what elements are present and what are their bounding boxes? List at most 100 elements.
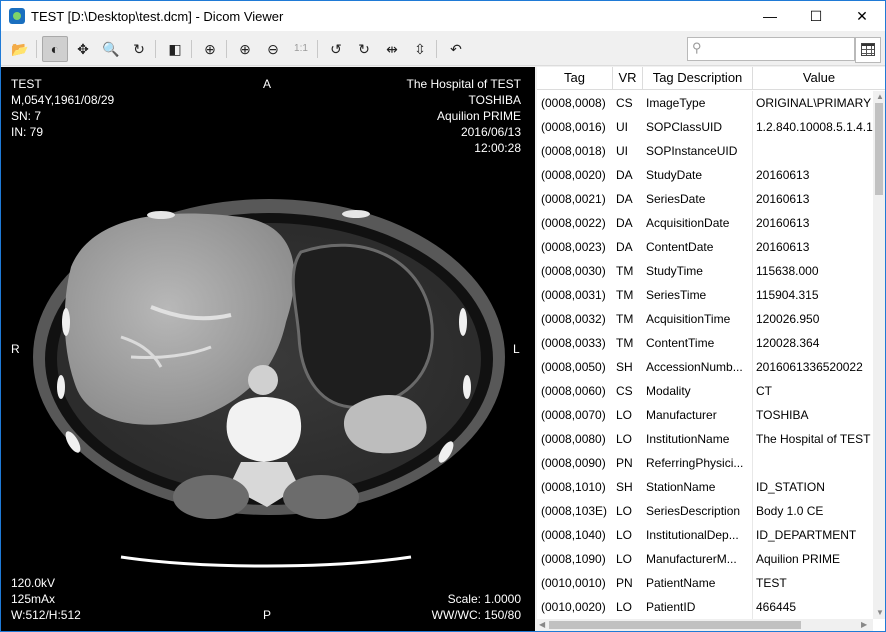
patient-name: TEST (11, 77, 42, 91)
tag-cell: (0008,0050) (541, 360, 606, 374)
table-row[interactable]: (0010,0020) LO PatientID 466445 (537, 595, 873, 619)
zoom-in-button[interactable]: ⊕ (232, 36, 258, 62)
horizontal-scrollbar[interactable]: ◀ ▶ (537, 619, 873, 631)
vertical-scrollbar[interactable]: ▲ ▼ (873, 91, 885, 619)
actual-size-button[interactable]: 1:1 (288, 36, 314, 62)
vertical-scroll-thumb[interactable] (875, 103, 883, 195)
table-row[interactable]: (0008,0050) SH AccessionNumb... 20160613365… (537, 355, 873, 379)
table-row[interactable]: (0008,0030) TM StudyTime 115638.000 (537, 259, 873, 283)
reset-icon: ↶ (450, 41, 462, 57)
value-cell (756, 139, 873, 163)
reset-button[interactable]: ↶ (443, 36, 469, 62)
description-cell: AccessionNumb... (646, 360, 743, 374)
table-row[interactable]: (0008,0090) PN ReferringPhysici... (537, 451, 873, 475)
table-row[interactable]: (0008,0060) CS Modality CT (537, 379, 873, 403)
table-row[interactable]: (0008,0021) DA SeriesDate 20160613 (537, 187, 873, 211)
table-row[interactable]: (0008,1090) LO ManufacturerM... Aquilion PR… (537, 547, 873, 571)
table-row[interactable]: (0010,0010) PN PatientName TEST (537, 571, 873, 595)
tag-cell: (0008,0032) (541, 312, 606, 326)
scroll-down-icon[interactable]: ▼ (876, 607, 884, 619)
tag-cell: (0008,0018) (541, 144, 606, 158)
description-cell: AcquisitionDate (646, 216, 730, 230)
rib (57, 375, 65, 399)
description-cell: SOPInstanceUID (646, 144, 738, 158)
column-header-value[interactable]: Value (753, 67, 885, 89)
horizontal-scroll-thumb[interactable] (549, 621, 801, 629)
column-header-vr[interactable]: VR (613, 67, 643, 89)
scroll-right-icon[interactable]: ▶ (861, 619, 867, 631)
flip-vertical-icon: ⇳ (414, 41, 426, 57)
vr-cell: DA (616, 192, 633, 206)
kvp-value: 120.0kV (11, 576, 56, 590)
table-row[interactable]: (0008,0031) TM SeriesTime 115904.315 (537, 283, 873, 307)
tag-cell: (0010,0020) (541, 600, 606, 614)
description-cell: SeriesDate (646, 192, 706, 206)
scroll-left-icon[interactable]: ◀ (539, 619, 545, 631)
minimize-button[interactable]: — (747, 1, 793, 31)
vr-cell: DA (616, 240, 633, 254)
table-row[interactable]: (0008,0016) UI SOPClassUID 1.2.840.10008.5.… (537, 115, 873, 139)
table-row[interactable]: (0008,0020) DA StudyDate 20160613 (537, 163, 873, 187)
table-row[interactable]: (0008,0032) TM AcquisitionTime 120026.950 (537, 307, 873, 331)
orientation-top: A (263, 77, 272, 91)
value-cell: TEST (756, 576, 787, 590)
orientation-right: L (513, 342, 520, 356)
table-row[interactable]: (0008,0033) TM ContentTime 120028.364 (537, 331, 873, 355)
tag-cell: (0010,0010) (541, 576, 606, 590)
vr-cell: DA (616, 216, 633, 230)
table-view-button[interactable] (855, 37, 881, 63)
window-level-button[interactable]: ◐ (42, 36, 68, 62)
maximize-button[interactable]: ☐ (793, 1, 839, 31)
zoom-out-icon: ⊖ (267, 41, 279, 57)
table-row[interactable]: (0008,1010) SH StationName ID_STATION (537, 475, 873, 499)
rotate-right-button[interactable]: ↻ (351, 36, 377, 62)
table-row[interactable]: (0008,0018) UI SOPInstanceUID (537, 139, 873, 163)
table-row[interactable]: (0008,103E) LO SeriesDescription Body 1.0 C… (537, 499, 873, 523)
rotate-button[interactable]: ↻ (126, 36, 152, 62)
image-viewer[interactable]: TEST M,054Y,1961/08/29 SN: 7 IN: 79 The … (1, 67, 535, 631)
flip-horizontal-button[interactable]: ⇹ (379, 36, 405, 62)
toolbar-separator (36, 40, 37, 58)
close-button[interactable]: ✕ (839, 1, 885, 31)
table-row[interactable]: (0008,1040) LO InstitutionalDep... ID_DEPAR… (537, 523, 873, 547)
invert-icon: ◧ (168, 41, 182, 57)
scroll-up-icon[interactable]: ▲ (876, 91, 884, 103)
overlay-bottom-right: Scale: 1.0000 WW/WC: 150/80 (432, 591, 521, 623)
open-file-button[interactable]: 📂 (7, 36, 33, 62)
tag-search-input[interactable] (710, 39, 854, 59)
table-row[interactable]: (0008,0080) LO InstitutionName The Hospital… (537, 427, 873, 451)
value-cell: ID_STATION (756, 480, 825, 494)
column-header-description[interactable]: Tag Description (643, 67, 753, 89)
value-cell: 120028.364 (756, 336, 820, 350)
rotate-left-button[interactable]: ↺ (323, 36, 349, 62)
invert-button[interactable]: ◧ (162, 36, 188, 62)
title-bar[interactable]: TEST [D:\Desktop\test.dcm] - Dicom Viewe… (1, 1, 885, 31)
table-row[interactable]: (0008,0070) LO Manufacturer TOSHIBA (537, 403, 873, 427)
pan-icon: ✥ (77, 41, 89, 57)
tag-cell: (0008,0008) (541, 96, 606, 110)
value-cell (756, 451, 873, 475)
tag-table-header: Tag VR Tag Description Value (537, 67, 885, 90)
toolbar-separator (191, 40, 192, 58)
zoom-button[interactable]: 🔍 (98, 36, 124, 62)
zoom-out-button[interactable]: ⊖ (260, 36, 286, 62)
vr-cell: LO (616, 432, 633, 446)
value-cell: TOSHIBA (756, 408, 809, 422)
vr-cell: DA (616, 168, 633, 182)
table-row[interactable]: (0008,0008) CS ImageType ORIGINAL\PRIMARY (537, 91, 873, 115)
flip-vertical-button[interactable]: ⇳ (407, 36, 433, 62)
description-cell: InstitutionName (646, 432, 730, 446)
description-cell: PatientName (646, 576, 716, 590)
table-row[interactable]: (0008,0023) DA ContentDate 20160613 (537, 235, 873, 259)
zoom-icon: 🔍 (102, 41, 120, 57)
pan-button[interactable]: ✥ (70, 36, 96, 62)
tag-search-box[interactable]: ⚲ (687, 37, 855, 61)
toolbar-separator (155, 40, 156, 58)
fit-button[interactable]: ⊕ (197, 36, 223, 62)
column-header-tag[interactable]: Tag (537, 67, 613, 89)
window-level-value: WW/WC: 150/80 (431, 608, 521, 622)
orientation-left: R (11, 342, 20, 356)
table-row[interactable]: (0008,0022) DA AcquisitionDate 20160613 (537, 211, 873, 235)
description-cell: ContentDate (646, 240, 714, 254)
toolbar-separator (436, 40, 437, 58)
